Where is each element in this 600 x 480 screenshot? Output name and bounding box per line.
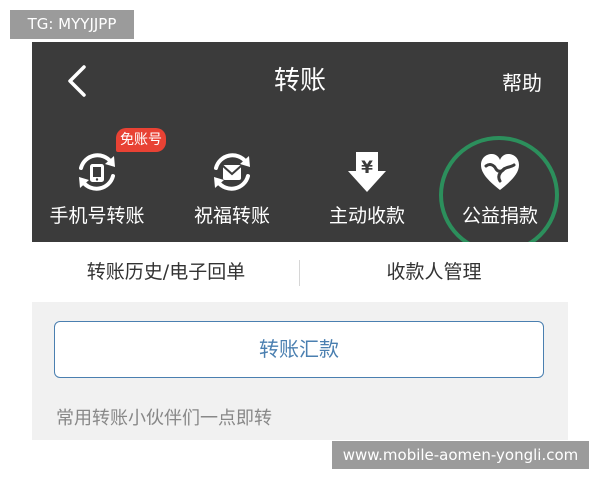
blessing-transfer-button[interactable]: 祝福转账 xyxy=(167,142,297,237)
phone-transfer-icon xyxy=(79,153,115,191)
frequent-partners-hint: 常用转账小伙伴们一点即转 xyxy=(56,408,272,429)
transfer-screen: 转账 帮助 手机号转账 祝福转账 ¥ 主动收款 公益捐款 免账号 转账历史/电子… xyxy=(32,42,568,440)
active-receive-label: 主动收款 xyxy=(328,205,405,227)
back-arrow-icon[interactable] xyxy=(65,64,89,98)
transfer-remittance-button[interactable]: 转账汇款 xyxy=(54,321,544,378)
phone-number-transfer-label: 手机号转账 xyxy=(49,205,145,227)
yuan-receive-icon: ¥ xyxy=(348,152,386,192)
blessing-transfer-icon xyxy=(214,153,250,191)
phone-number-transfer-button[interactable]: 手机号转账 xyxy=(32,142,162,237)
page-title: 转账 xyxy=(273,66,326,96)
help-button[interactable]: 帮助 xyxy=(502,68,542,98)
active-receive-button[interactable]: ¥ 主动收款 xyxy=(302,142,432,237)
sub-navigation: 转账历史/电子回单 收款人管理 xyxy=(32,242,568,302)
svg-text:¥: ¥ xyxy=(361,158,373,178)
charity-donation-button[interactable]: 公益捐款 xyxy=(435,142,565,237)
header-bar: 转账 帮助 手机号转账 祝福转账 ¥ 主动收款 公益捐款 免账号 xyxy=(32,42,568,242)
blessing-transfer-label: 祝福转账 xyxy=(193,205,270,227)
transfer-history-link[interactable]: 转账历史/电子回单 xyxy=(32,258,300,286)
no-account-badge: 免账号 xyxy=(116,128,166,152)
watermark-bottom-right: www.mobile-aomen-yongli.com xyxy=(332,441,589,469)
watermark-top-left: TG: MYYJJPP xyxy=(10,10,134,39)
payee-management-link[interactable]: 收款人管理 xyxy=(300,258,568,286)
charity-donation-label: 公益捐款 xyxy=(461,205,538,227)
heart-hands-icon xyxy=(481,154,519,190)
